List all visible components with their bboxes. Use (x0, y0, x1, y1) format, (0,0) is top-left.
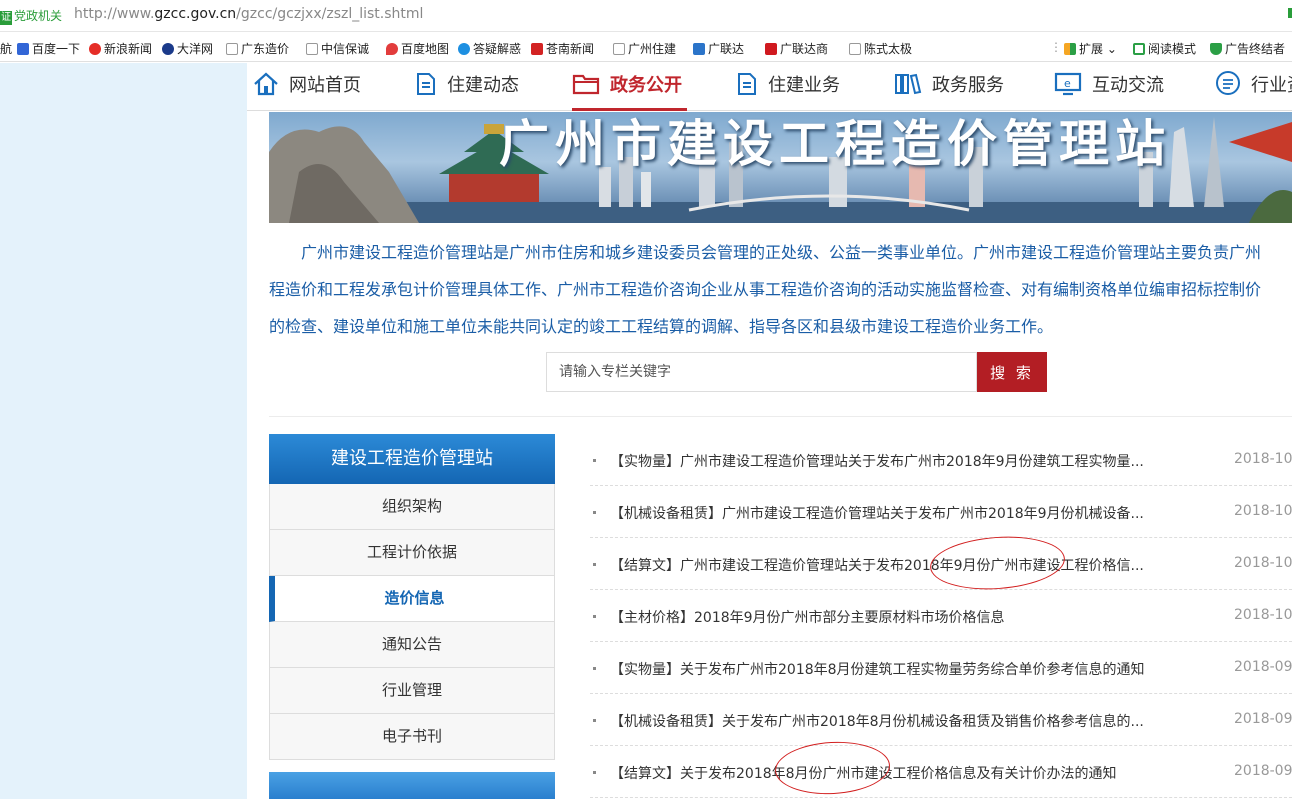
main-nav: 网站首页 住建动态 政务公开 住建业务 政务服务 e互动交流 行业资 (247, 63, 1292, 111)
book-icon (1133, 43, 1145, 55)
bookmark-cangnan[interactable]: 苍南新闻 (531, 40, 594, 57)
list-item-title[interactable]: 【结算文】关于发布2018年8月份广州市建设工程价格信息及有关计价办法的通知 (610, 763, 1117, 783)
list-item[interactable]: 【结算文】广州市建设工程造价管理站关于发布2018年9月份广州市建设工程价格信.… (590, 538, 1292, 590)
bullet (593, 563, 596, 566)
sidebar-item-ebooks[interactable]: 电子书刊 (269, 714, 555, 760)
url-text[interactable]: http://www.gzcc.gov.cn/gzcc/gczjxx/zszl_… (74, 6, 423, 22)
svg-text:e: e (1064, 77, 1071, 90)
bookmark[interactable]: 航 (0, 40, 12, 57)
bookmark-gzzj[interactable]: 广州住建 (613, 40, 676, 57)
sidebar-item-notices[interactable]: 通知公告 (269, 622, 555, 668)
list-item-date: 2018-10 (1234, 555, 1292, 571)
sidebar-item-cost-info[interactable]: 造价信息 (269, 576, 555, 622)
bullet (593, 667, 596, 670)
bookmark-qa[interactable]: 答疑解惑 (458, 40, 521, 57)
bookmark-sina[interactable]: 新浪新闻 (89, 40, 152, 57)
list-item-date: 2018-09 (1234, 763, 1292, 779)
site-banner: 广州市建设工程造价管理站 (269, 112, 1292, 223)
list-item-date: 2018-10 (1234, 503, 1292, 519)
list-item-date: 2018-09 (1234, 711, 1292, 727)
list-item[interactable]: 【结算文】关于发布2018年8月份广州市建设工程价格信息及有关计价办法的通知 20… (590, 746, 1292, 798)
list-item[interactable]: 【机械设备租赁】广州市建设工程造价管理站关于发布广州市2018年9月份机械设备.… (590, 486, 1292, 538)
home-icon (254, 72, 278, 96)
list-item-title[interactable]: 【实物量】广州市建设工程造价管理站关于发布广州市2018年9月份建筑工程实物量.… (610, 451, 1144, 471)
search-button[interactable]: 搜 索 (977, 352, 1047, 392)
extensions-button[interactable]: 扩展 ⌄ (1064, 40, 1117, 57)
list-item[interactable]: 【机械设备租赁】关于发布广州市2018年8月份机械设备租赁及销售价格参考信息的.… (590, 694, 1292, 746)
bookmarks-bar: 航 百度一下 新浪新闻 大洋网 广东造价 中信保诚 百度地图 答疑解惑 苍南新闻… (0, 34, 1292, 62)
weibo-icon (89, 43, 101, 55)
bookmark-glodon-shop[interactable]: 广联达商 (765, 40, 828, 57)
page-margin (0, 63, 247, 799)
list-item[interactable]: 【主材价格】2018年9月份广州市部分主要原材料市场价格信息 2018-10 (590, 590, 1292, 642)
books-icon (895, 73, 922, 95)
bookmark-baidu[interactable]: 百度一下 (17, 40, 80, 57)
nav-services[interactable]: 政务服务 (894, 63, 1004, 111)
bookmark-map[interactable]: 百度地图 (386, 40, 449, 57)
intro-line: 的检查、建设单位和施工单位未能共同认定的竣工工程结算的调解、指导各区和县级市建设… (269, 317, 1054, 336)
bookmark-dayoo[interactable]: 大洋网 (162, 40, 213, 57)
nav-news[interactable]: 住建动态 (415, 63, 519, 111)
menu-circle-icon (1216, 71, 1240, 95)
paw-icon (17, 43, 29, 55)
bullet (593, 511, 596, 514)
glodon-icon (693, 43, 705, 55)
page-icon (849, 43, 861, 55)
bullet (593, 771, 596, 774)
list-item-title[interactable]: 【主材价格】2018年9月份广州市部分主要原材料市场价格信息 (610, 607, 1005, 627)
nav-industry[interactable]: 行业资 (1215, 63, 1292, 111)
banner-title: 广州市建设工程造价管理站 (499, 114, 1171, 173)
page-icon (613, 43, 625, 55)
scroll-indicator (1288, 8, 1292, 18)
intro-line: 广州市建设工程造价管理站是广州市住房和城乡建设委员会管理的正处级、公益一类事业单… (301, 243, 1262, 262)
search-input[interactable] (546, 352, 977, 392)
adblock-button[interactable]: 广告终结者 (1210, 40, 1285, 57)
monitor-icon: e (1054, 72, 1082, 96)
sidebar-item-organization[interactable]: 组织架构 (269, 484, 555, 530)
address-bar[interactable]: 证党政机关 http://www.gzcc.gov.cn/gzcc/gczjxx… (0, 0, 1292, 32)
nav-business[interactable]: 住建业务 (736, 63, 840, 111)
list-item[interactable]: 【实物量】关于发布广州市2018年8月份建筑工程实物量劳务综合单价参考信息的通知… (590, 642, 1292, 694)
document-icon (738, 73, 756, 95)
nav-gov-affairs[interactable]: 政务公开 (572, 63, 687, 111)
list-item-date: 2018-10 (1234, 607, 1292, 623)
sidebar-item-pricing-basis[interactable]: 工程计价依据 (269, 530, 555, 576)
bullet (593, 459, 596, 462)
gov-badge: 证党政机关 (0, 9, 63, 25)
folder-icon (572, 74, 600, 95)
more-icon[interactable]: ⋮ (1050, 40, 1062, 54)
dayoo-icon (162, 43, 174, 55)
list-item-title[interactable]: 【实物量】关于发布广州市2018年8月份建筑工程实物量劳务综合单价参考信息的通知 (610, 659, 1145, 679)
list-item-date: 2018-09 (1234, 659, 1292, 675)
sidebar-title: 建设工程造价管理站 (269, 434, 555, 484)
bookmark-gdzj[interactable]: 广东造价 (226, 40, 289, 57)
list-item-date: 2018-10 (1234, 451, 1292, 467)
glodon-g-icon (765, 43, 777, 55)
bullet (593, 615, 596, 618)
bookmark-citic[interactable]: 中信保诚 (306, 40, 369, 57)
reader-mode-button[interactable]: 阅读模式 (1133, 40, 1196, 57)
list-item-title[interactable]: 【机械设备租赁】关于发布广州市2018年8月份机械设备租赁及销售价格参考信息的.… (610, 711, 1144, 731)
grid-icon (1064, 43, 1076, 55)
sidebar-item-industry-mgmt[interactable]: 行业管理 (269, 668, 555, 714)
list-item[interactable]: 【实物量】广州市建设工程造价管理站关于发布广州市2018年9月份建筑工程实物量.… (590, 434, 1292, 486)
intro-paragraph: 广州市建设工程造价管理站是广州市住房和城乡建设委员会管理的正处级、公益一类事业单… (269, 234, 1292, 345)
bullet (593, 719, 596, 722)
bookmark-glodon[interactable]: 广联达 (693, 40, 744, 57)
cangnan-icon (531, 43, 543, 55)
page-icon (306, 43, 318, 55)
nav-home[interactable]: 网站首页 (253, 63, 361, 111)
page-icon (226, 43, 238, 55)
qa-icon (458, 43, 470, 55)
list-item-title[interactable]: 【机械设备租赁】广州市建设工程造价管理站关于发布广州市2018年9月份机械设备.… (610, 503, 1144, 523)
bookmark-taiji[interactable]: 陈式太极 (849, 40, 912, 57)
list-item-title[interactable]: 【结算文】广州市建设工程造价管理站关于发布2018年9月份广州市建设工程价格信.… (610, 555, 1144, 575)
divider (269, 416, 1292, 417)
sidebar-promo-banner[interactable] (269, 772, 555, 799)
map-pin-icon (386, 43, 398, 55)
document-icon (417, 73, 435, 95)
nav-interaction[interactable]: e 互动交流 (1054, 63, 1164, 111)
intro-line: 程造价和工程发承包计价管理具体工作、广州市工程造价咨询企业从事工程造价咨询的活动… (269, 280, 1262, 299)
shield-icon (1210, 43, 1222, 55)
